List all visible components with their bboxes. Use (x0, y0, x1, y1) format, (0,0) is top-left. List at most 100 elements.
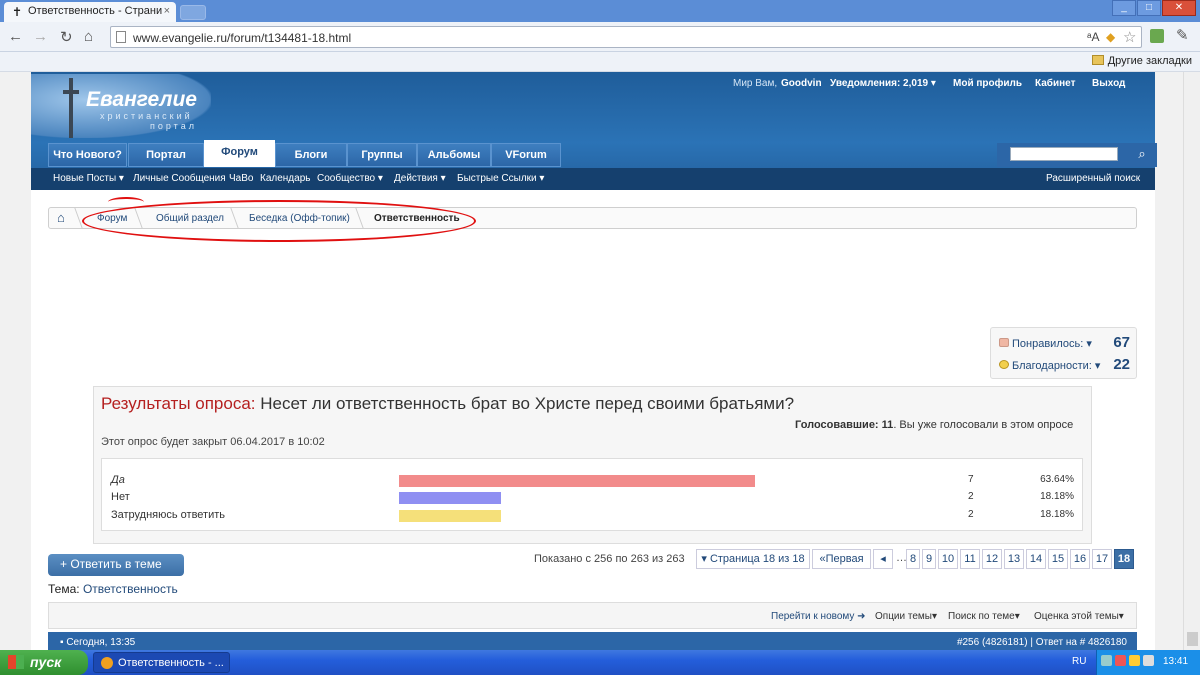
liked-dropdown[interactable]: Понравилось: ▾ (999, 337, 1092, 350)
close-window-icon[interactable]: ✕ (1162, 0, 1196, 16)
poll-row: Да 7 63.64% (102, 471, 1082, 489)
cabinet-link[interactable]: Кабинет (1035, 78, 1075, 89)
advanced-search-link[interactable]: Расширенный поиск (1046, 173, 1140, 184)
reply-button[interactable]: + Ответить в теме (48, 554, 184, 576)
logout-link[interactable]: Выход (1092, 78, 1125, 89)
topic-label: Тема: (48, 582, 80, 596)
poll-bar (399, 492, 501, 504)
liked-count: 67 (1113, 334, 1130, 351)
post-time: ▪ Сегодня, 13:35 (60, 637, 136, 648)
voters-count[interactable]: 11 (882, 419, 894, 431)
chrome-icon (101, 657, 113, 669)
page-link[interactable]: 10 (938, 549, 958, 569)
page-link[interactable]: 14 (1026, 549, 1046, 569)
sub-nav: Новые Посты ▾ Личные Сообщения ЧаВо Кале… (31, 168, 1155, 190)
rate-thread-dropdown[interactable]: Оценка этой темы▾ (1034, 611, 1124, 622)
tab-whats-new[interactable]: Что Нового? (48, 143, 127, 167)
subnav-calendar[interactable]: Календарь (260, 173, 310, 184)
browser-toolbar: ← → ↻ ⌂ www.evangelie.ru/forum/t134481-1… (0, 22, 1200, 52)
clock: 13:41 (1163, 656, 1189, 667)
browser-tab[interactable]: ✝ Ответственность - Страни × (4, 2, 176, 22)
poll-percent: 18.18% (1040, 491, 1074, 502)
scrollbar-thumb[interactable] (1187, 632, 1198, 646)
wrench-icon[interactable]: ✎ (1176, 26, 1189, 44)
subnav-private-messages[interactable]: Личные Сообщения (133, 173, 226, 184)
taskbar-window-button[interactable]: Ответственность - ... (93, 652, 230, 673)
star-icon[interactable]: ☆ (1123, 28, 1136, 46)
thanks-count: 22 (1113, 356, 1130, 373)
search-input[interactable] (1010, 147, 1118, 161)
poll-bar (399, 510, 501, 522)
close-tab-icon[interactable]: × (164, 5, 170, 17)
poll-title: Результаты опроса: Несет ли ответственно… (101, 394, 794, 414)
post-reference[interactable]: #256 (4826181) | Ответ на # 4826180 (957, 637, 1127, 648)
subnav-new-posts[interactable]: Новые Посты ▾ (53, 173, 124, 184)
goto-new-link[interactable]: Перейти к новому ➜ (771, 611, 866, 622)
antivirus-icon[interactable] (1115, 655, 1126, 666)
extension-icon[interactable]: ◆ (1106, 30, 1115, 44)
translate-icon[interactable]: ᵃA (1087, 30, 1099, 44)
tab-albums[interactable]: Альбомы (417, 143, 491, 167)
thread-search-dropdown[interactable]: Поиск по теме▾ (948, 611, 1020, 622)
site-logo[interactable]: Евангелие (86, 88, 197, 112)
tab-blogs[interactable]: Блоги (275, 143, 347, 167)
username-link[interactable]: Goodvin (781, 78, 822, 89)
poll-percent: 63.64% (1040, 474, 1074, 485)
logo-subtitle: христианский (100, 111, 193, 121)
logo-subtitle-2: портал (150, 121, 197, 131)
subnav-actions[interactable]: Действия ▾ (394, 173, 446, 184)
page-link[interactable]: 16 (1070, 549, 1090, 569)
forward-icon[interactable]: → (33, 28, 48, 45)
subnav-faq[interactable]: ЧаВо (229, 173, 253, 184)
back-icon[interactable]: ← (8, 28, 23, 45)
search-icon[interactable]: ⌕ (1132, 145, 1152, 164)
notifications-link[interactable]: Уведомления: 2,019 ▾ (830, 78, 936, 89)
subnav-quick-links[interactable]: Быстрые Ссылки ▾ (457, 173, 544, 184)
other-bookmarks[interactable]: Другие закладки (1091, 55, 1192, 67)
address-bar[interactable]: www.evangelie.ru/forum/t134481-18.html ᵃ… (110, 26, 1142, 48)
folder-icon (1091, 55, 1104, 65)
tab-portal[interactable]: Портал (128, 143, 204, 167)
prev-page-icon[interactable]: ◂ (873, 549, 893, 569)
thread-options-dropdown[interactable]: Опции темы▾ (875, 611, 937, 622)
subnav-community[interactable]: Сообщество ▾ (317, 173, 383, 184)
tab-title: Ответственность - Страни (28, 5, 163, 17)
poll-voters: Голосовавшие: 11. Вы уже голосовали в эт… (795, 419, 1073, 431)
home-icon[interactable]: ⌂ (84, 28, 93, 45)
posts-shown: Показано с 256 по 263 из 263 (534, 553, 685, 565)
start-button[interactable]: пуск (0, 650, 88, 675)
page-link[interactable]: 18 (1114, 549, 1134, 569)
tab-forum[interactable]: Форум (204, 140, 275, 167)
new-tab-button[interactable] (180, 5, 206, 20)
breadcrumb-home-icon[interactable]: ⌂ (57, 210, 65, 225)
page-link[interactable]: 9 (922, 549, 936, 569)
my-profile-link[interactable]: Мой профиль (953, 78, 1022, 89)
maximize-icon[interactable]: □ (1137, 0, 1161, 16)
scrollbar[interactable] (1183, 72, 1200, 650)
page-dropdown[interactable]: ▾ Страница 18 из 18 (696, 549, 810, 569)
first-page-link[interactable]: «Первая (812, 549, 871, 569)
thanks-dropdown[interactable]: Благодарности: ▾ (999, 359, 1100, 372)
language-indicator[interactable]: RU (1072, 656, 1086, 667)
poll-closes: Этот опрос будет закрыт 06.04.2017 в 10:… (101, 436, 325, 448)
page-link[interactable]: 15 (1048, 549, 1068, 569)
page-link[interactable]: 12 (982, 549, 1002, 569)
voters-label: Голосовавшие: (795, 419, 879, 431)
network-icon[interactable] (1101, 655, 1112, 666)
tray-app-icon[interactable] (1129, 655, 1140, 666)
page-link[interactable]: 8 (906, 549, 920, 569)
like-icon (999, 338, 1009, 347)
extension-green-icon[interactable] (1150, 29, 1164, 43)
topic-name: Ответственность (82, 582, 178, 596)
poll-results-label: Результаты опроса: (101, 394, 256, 413)
tab-vforum[interactable]: VForum (491, 143, 561, 167)
poll-votes: 7 (968, 474, 974, 485)
volume-icon[interactable] (1143, 655, 1154, 666)
reload-icon[interactable]: ↻ (60, 28, 73, 46)
reputation-box: Понравилось: ▾ 67 Благодарности: ▾ 22 (990, 327, 1137, 379)
page-link[interactable]: 13 (1004, 549, 1024, 569)
page-link[interactable]: 17 (1092, 549, 1112, 569)
minimize-icon[interactable]: _ (1112, 0, 1136, 16)
page-link[interactable]: 11 (960, 549, 980, 569)
tab-groups[interactable]: Группы (347, 143, 417, 167)
